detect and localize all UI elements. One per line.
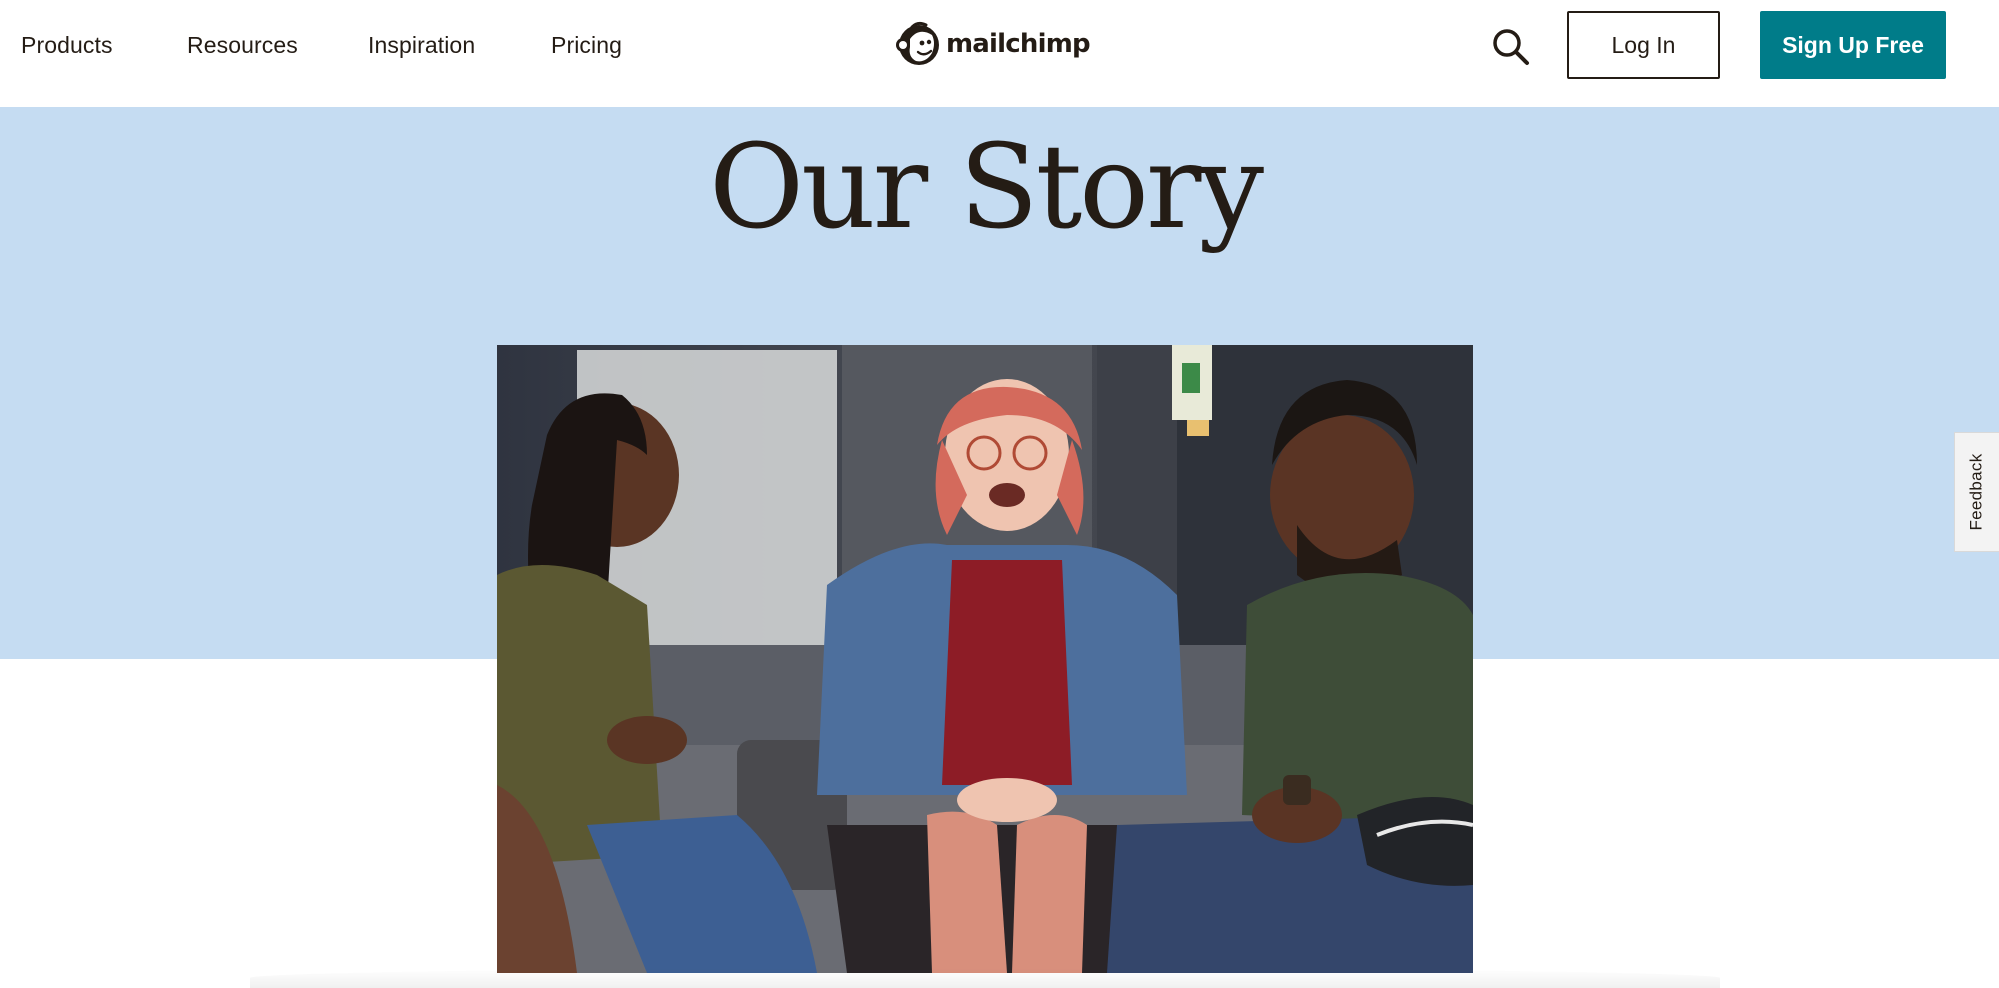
feedback-label: Feedback [1967, 453, 1986, 531]
nav-products[interactable]: Products [21, 30, 113, 60]
signup-button[interactable]: Sign Up Free [1760, 11, 1946, 79]
nav-resources[interactable]: Resources [187, 30, 298, 60]
feedback-tab[interactable]: Feedback [1954, 432, 1999, 552]
team-photo-illustration [497, 345, 1473, 973]
nav-inspiration[interactable]: Inspiration [368, 30, 475, 60]
site-header: Products Resources Inspiration Pricing m… [0, 0, 1999, 107]
login-button[interactable]: Log In [1567, 11, 1720, 79]
logo-wordmark: mailchimp [946, 29, 1091, 59]
mailchimp-logo[interactable]: mailchimp [892, 18, 1091, 70]
team-photo [497, 345, 1473, 973]
nav-pricing[interactable]: Pricing [551, 30, 622, 60]
search-button[interactable] [1488, 24, 1534, 70]
search-icon [1493, 29, 1529, 65]
freddie-icon [896, 21, 939, 65]
section-shadow [250, 968, 1720, 988]
page-title: Our Story [708, 120, 1264, 255]
